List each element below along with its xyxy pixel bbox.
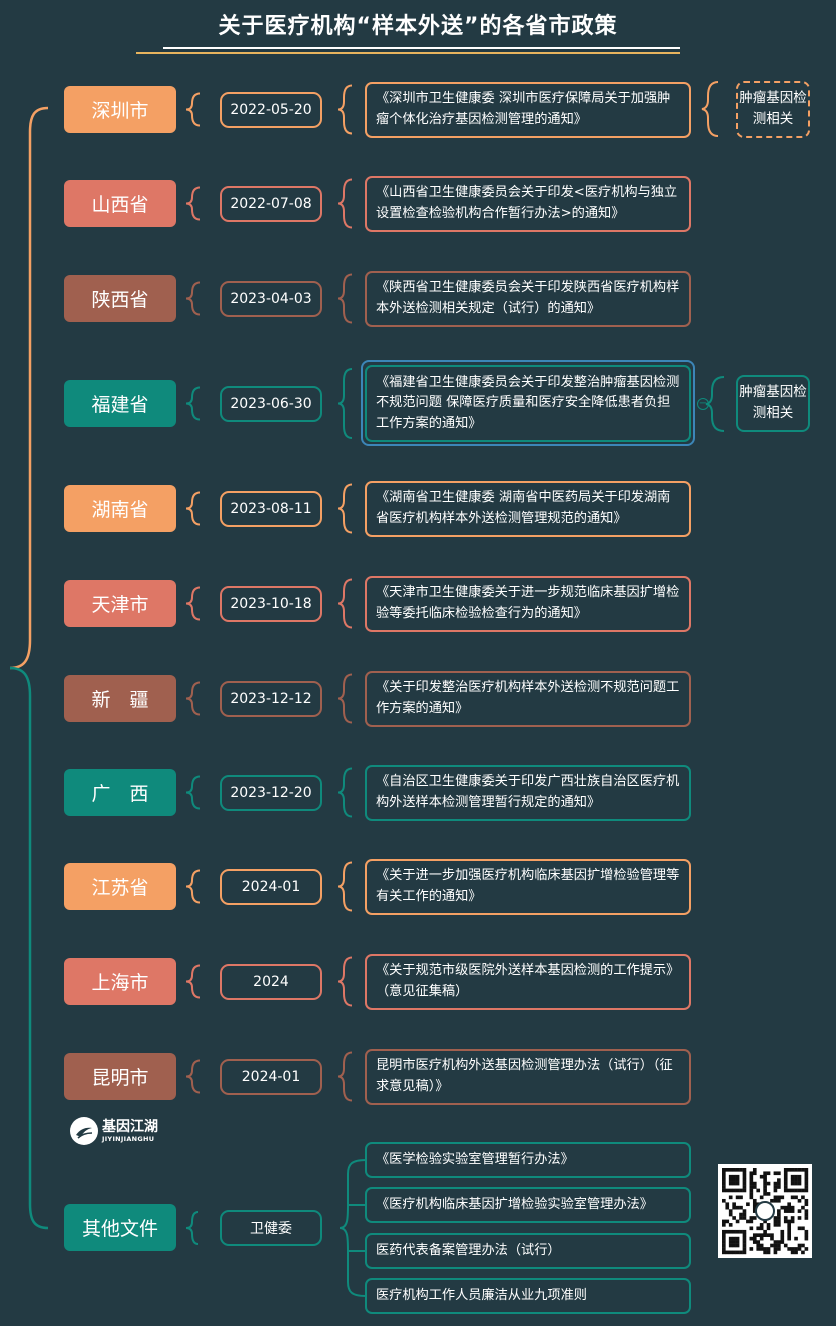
date-node[interactable]: 2023-04-03 [220,280,322,317]
brand-logo: 基因江湖 JIYINJIANGHU [70,1117,158,1145]
region-node[interactable]: 广 西 [64,769,176,816]
tag-tumor-gene-testing-shenzhen[interactable]: 肿瘤基因检测相关 [736,81,810,138]
date-node[interactable]: 2023-08-11 [220,490,322,527]
region-node[interactable]: 江苏省 [64,863,176,910]
other-doc-2[interactable]: 《医疗机构临床基因扩增检验实验室管理办法》 [365,1187,691,1223]
region-node[interactable]: 新 疆 [64,675,176,722]
date-node[interactable]: 2024-01 [220,868,322,905]
logo-swoosh-icon [70,1117,98,1145]
policy-document-node[interactable]: 《天津市卫生健康委关于进一步规范临床基因扩增检验等委托临床检验检查行为的通知》 [365,575,691,632]
region-node[interactable]: 昆明市 [64,1053,176,1100]
date-node[interactable]: 2024 [220,963,322,1000]
policy-document-node[interactable]: 《深圳市卫生健康委 深圳市医疗保障局关于加强肿瘤个体化治疗基因检测管理的通知》 [365,81,691,138]
date-node[interactable]: 2023-06-30 [220,385,322,422]
region-node[interactable]: 天津市 [64,580,176,627]
policy-document-node[interactable]: 《关于印发整治医疗机构样本外送检测不规范问题工作方案的通知》 [365,670,691,727]
policy-document-node[interactable]: 《自治区卫生健康委关于印发广西壮族自治区医疗机构外送样本检测管理暂行规定的通知》 [365,764,691,821]
tag-tumor-gene-testing-fujian[interactable]: 肿瘤基因检测相关 [736,375,810,432]
collapse-toggle[interactable]: − [697,398,709,410]
issuer-badge[interactable]: 卫健委 [220,1210,322,1246]
policy-document-node[interactable]: 《关于进一步加强医疗机构临床基因扩增检验管理等有关工作的通知》 [365,858,691,915]
region-node[interactable]: 陕西省 [64,275,176,322]
region-other-files[interactable]: 其他文件 [64,1204,176,1251]
logo-name-cn: 基因江湖 [102,1119,158,1135]
policy-document-node[interactable]: 《湖南省卫生健康委 湖南省中医药局关于印发湖南省医疗机构样本外送检测管理规范的通… [365,480,691,537]
selection-highlight [361,360,695,446]
region-node[interactable]: 福建省 [64,380,176,427]
date-node[interactable]: 2023-10-18 [220,585,322,622]
other-doc-3[interactable]: 医药代表备案管理办法（试行） [365,1233,691,1269]
policy-document-node[interactable]: 昆明市医疗机构外送基因检测管理办法（试行）（征求意见稿）》 [365,1048,691,1105]
date-node[interactable]: 2024-01 [220,1058,322,1095]
date-node[interactable]: 2022-05-20 [220,91,322,128]
qr-code-icon [718,1164,812,1258]
policy-document-node[interactable]: 《关于规范市级医院外送样本基因检测的工作提示》（意见征集稿） [365,953,691,1010]
date-node[interactable]: 2022-07-08 [220,185,322,222]
other-doc-4[interactable]: 医疗机构工作人员廉洁从业九项准则 [365,1278,691,1314]
region-node[interactable]: 上海市 [64,958,176,1005]
date-node[interactable]: 2023-12-12 [220,680,322,717]
region-node[interactable]: 深圳市 [64,86,176,133]
other-doc-1[interactable]: 《医学检验实验室管理暂行办法》 [365,1142,691,1178]
logo-name-en: JIYINJIANGHU [102,1135,155,1143]
region-node[interactable]: 山西省 [64,180,176,227]
policy-document-node[interactable]: 《陕西省卫生健康委员会关于印发陕西省医疗机构样本外送检测相关规定（试行）的通知》 [365,270,691,327]
region-node[interactable]: 湖南省 [64,485,176,532]
date-node[interactable]: 2023-12-20 [220,774,322,811]
policy-document-node[interactable]: 《山西省卫生健康委员会关于印发<医疗机构与独立设置检查检验机构合作暂行办法>的通… [365,175,691,232]
